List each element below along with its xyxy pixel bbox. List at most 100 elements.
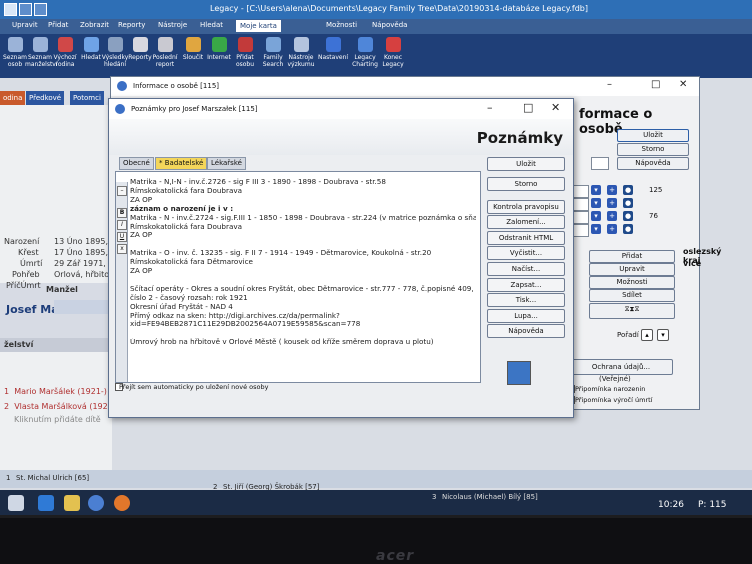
order-down-button[interactable]: ▾ <box>657 329 669 341</box>
menu-pridat[interactable]: Přidat <box>48 21 68 29</box>
family-search-icon <box>265 37 281 52</box>
window-icon <box>117 81 127 91</box>
event-edit-button[interactable]: Upravit <box>589 263 675 276</box>
write-button[interactable]: Zapsat... <box>487 278 565 292</box>
globe-icon[interactable]: ● <box>623 198 633 208</box>
notes-editor[interactable]: – B I U x Matrika - N,I-N - inv.č.2726 -… <box>115 171 481 383</box>
close-button[interactable]: ✕ <box>551 101 560 114</box>
info-title-bar: Informace o osobě [115] – □ ✕ <box>111 77 699 96</box>
info-help-button[interactable]: Nápověda <box>617 157 689 170</box>
minimize-button[interactable]: – <box>607 79 612 90</box>
dropdown-icon[interactable]: ▾ <box>591 211 601 221</box>
bold-button[interactable]: B <box>117 208 127 218</box>
ribbon-konec-legacy[interactable]: Konec Legacy <box>378 37 408 68</box>
add-icon[interactable]: + <box>607 185 617 195</box>
person-tools-icons[interactable] <box>54 300 110 314</box>
ribbon-nastroje-vyzkumu[interactable]: Nástroje výzkumu <box>286 37 316 68</box>
menu-moje-karta[interactable]: Moje karta <box>236 20 281 32</box>
info-field[interactable] <box>591 157 609 170</box>
child-row[interactable]: 1 Mario Maršálek (1921-) <box>4 387 107 396</box>
ribbon-posledni-report[interactable]: Poslední report <box>150 37 180 68</box>
spouse-label: Manžel <box>46 285 78 294</box>
notes-text[interactable]: Matrika - N,I-N - inv.č.2726 - sig F III… <box>130 178 476 347</box>
tab-lekarske[interactable]: Lékařské <box>207 157 246 170</box>
explorer-icon[interactable] <box>64 495 80 511</box>
minimize-button[interactable]: – <box>487 101 493 114</box>
globe-icon[interactable]: ● <box>623 211 633 221</box>
info-window-title: Informace o osobě [115] <box>133 82 220 90</box>
collapse-icon[interactable]: – <box>117 186 127 196</box>
ribbon-pridat-osobu[interactable]: Přidat osobu <box>230 37 260 68</box>
notes-save-button[interactable]: Uložit <box>487 157 565 171</box>
tab-predkove[interactable]: Předkové <box>26 91 65 105</box>
fact-value-death: 29 Zář 1971, <box>54 259 106 268</box>
tab-badatelske[interactable]: * Badatelské <box>155 157 208 170</box>
fact-label-baptism: Křest <box>18 248 39 257</box>
magnifier-button[interactable]: Lupa... <box>487 309 565 323</box>
start-icon[interactable] <box>8 495 24 511</box>
menu-hledat[interactable]: Hledat <box>200 21 223 29</box>
menu-zobrazit[interactable]: Zobrazit <box>80 21 109 29</box>
globe-icon[interactable]: ● <box>623 185 633 195</box>
event-add-button[interactable]: Přidat <box>589 250 675 263</box>
clear-format-button[interactable]: x <box>117 244 127 254</box>
history-status-bar: 1 St. Michal Ulrich [65] 2 St. Jiří (Geo… <box>0 470 752 491</box>
legacy-taskbar-icon[interactable] <box>88 495 104 511</box>
wrap-button[interactable]: Zalomení... <box>487 215 565 229</box>
add-icon[interactable]: + <box>607 224 617 234</box>
note-line: xid=FE94BEB2871C11E29DB2002564A0719E5958… <box>130 320 361 329</box>
firefox-icon[interactable] <box>114 495 130 511</box>
event-options-button[interactable]: Možnosti <box>589 276 675 289</box>
notes-cancel-button[interactable]: Storno <box>487 177 565 191</box>
clean-button[interactable]: Vyčistit... <box>487 246 565 260</box>
maximize-button[interactable]: □ <box>651 79 660 90</box>
add-child-row[interactable]: Kliknutím přidáte dítě <box>14 415 101 424</box>
info-cancel-button[interactable]: Storno <box>617 143 689 156</box>
info-save-button[interactable]: Uložit <box>617 129 689 142</box>
note-line: Římskokatolická fara Dětmarovice <box>130 258 253 267</box>
dna-button[interactable]: ⧖⧗⧖ <box>589 303 675 319</box>
tab-obecne[interactable]: Obecné <box>119 157 154 170</box>
menu-nastroje[interactable]: Nástroje <box>158 21 187 29</box>
marriage-bar: želství <box>0 338 112 352</box>
event-share-button[interactable]: Sdílet <box>589 289 675 302</box>
dropdown-icon[interactable]: ▾ <box>591 224 601 234</box>
fact-label-death: Úmrtí <box>20 259 43 268</box>
menu-moznosti[interactable]: Možnosti <box>326 21 357 29</box>
edge-icon[interactable] <box>38 495 54 511</box>
maximize-button[interactable]: □ <box>523 101 533 114</box>
underline-button[interactable]: U <box>117 232 127 242</box>
history-item[interactable]: St. Michal Ulrich [65] <box>16 474 89 482</box>
add-icon[interactable]: + <box>607 211 617 221</box>
privacy-button[interactable]: Ochrana údajů... <box>569 359 673 375</box>
ribbon-family-search[interactable]: Family Search <box>258 37 288 68</box>
dropdown-icon[interactable]: ▾ <box>591 198 601 208</box>
place-text: vice <box>683 259 702 268</box>
ribbon-legacy-charting[interactable]: Legacy Charting <box>350 37 380 68</box>
menu-upravit[interactable]: Upravit <box>12 21 38 29</box>
add-icon[interactable]: + <box>607 198 617 208</box>
count-value: 125 <box>649 186 663 194</box>
ribbon-nastaveni[interactable]: Nastavení <box>318 37 348 61</box>
history-item[interactable]: Nicolaus (Michael) Bílý [85] <box>442 493 538 501</box>
tab-rodina[interactable]: odina <box>0 91 26 105</box>
strip-html-button[interactable]: Odstranit HTML <box>487 231 565 245</box>
tab-potomci[interactable]: Potomci <box>70 91 104 105</box>
quick-access-icon[interactable] <box>34 3 47 16</box>
menu-napoveda[interactable]: Nápověda <box>372 21 407 29</box>
dropdown-icon[interactable]: ▾ <box>591 185 601 195</box>
note-line <box>130 276 476 285</box>
quick-save-icon[interactable] <box>19 3 32 16</box>
charting-icon <box>357 37 373 52</box>
italic-button[interactable]: I <box>117 220 127 230</box>
notes-help-button[interactable]: Nápověda <box>487 324 565 338</box>
globe-icon[interactable]: ● <box>623 224 633 234</box>
book-icon[interactable] <box>507 361 531 385</box>
order-up-button[interactable]: ▴ <box>641 329 653 341</box>
print-button[interactable]: Tisk... <box>487 293 565 307</box>
close-button[interactable]: ✕ <box>679 79 687 90</box>
fact-value-birth: 13 Úno 1895, <box>54 237 108 246</box>
menu-reporty[interactable]: Reporty <box>118 21 145 29</box>
load-button[interactable]: Načíst... <box>487 262 565 276</box>
spellcheck-button[interactable]: Kontrola pravopisu <box>487 200 565 214</box>
